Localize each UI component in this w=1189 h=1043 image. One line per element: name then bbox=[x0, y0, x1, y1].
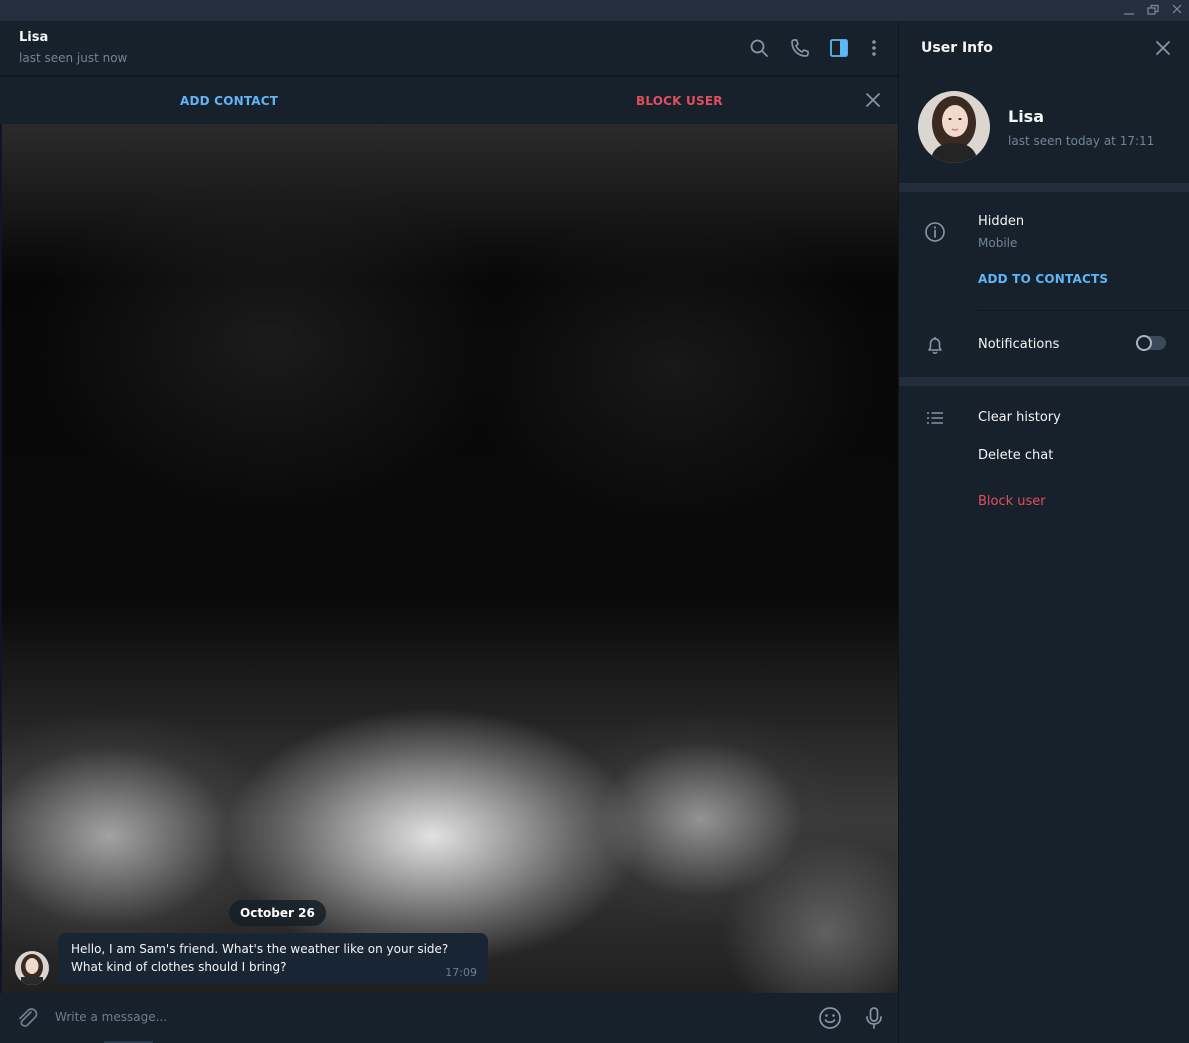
clear-history-button[interactable]: Clear history bbox=[978, 410, 1061, 425]
profile-name: Lisa bbox=[1008, 107, 1044, 126]
profile-status: last seen today at 17:11 bbox=[1008, 134, 1155, 148]
message-composer: Write a message... bbox=[0, 993, 898, 1043]
chat-header: Lisa last seen just now bbox=[0, 21, 898, 76]
microphone-icon[interactable] bbox=[861, 1005, 887, 1031]
panel-title: User Info bbox=[921, 40, 993, 56]
user-info-panel: User Info Lisa last seen today at 17:11 … bbox=[898, 21, 1189, 1043]
close-panel-icon[interactable] bbox=[1154, 39, 1172, 57]
message-time: 17:09 bbox=[445, 966, 477, 979]
notifications-toggle[interactable] bbox=[1136, 335, 1166, 351]
section-separator bbox=[899, 377, 1189, 386]
sidebar-toggle-icon[interactable] bbox=[828, 37, 850, 59]
notifications-label: Notifications bbox=[978, 337, 1060, 352]
phone-value: Hidden bbox=[978, 214, 1025, 229]
bell-icon bbox=[924, 334, 946, 356]
profile-avatar[interactable] bbox=[918, 91, 990, 163]
row-divider bbox=[977, 310, 1189, 311]
delete-chat-button[interactable]: Delete chat bbox=[978, 448, 1053, 463]
close-icon[interactable] bbox=[1168, 2, 1186, 18]
chat-status: last seen just now bbox=[19, 51, 128, 65]
restore-icon[interactable] bbox=[1144, 2, 1162, 18]
more-vertical-icon[interactable] bbox=[863, 37, 885, 59]
section-separator bbox=[899, 183, 1189, 192]
add-to-contacts-button[interactable]: ADD TO CONTACTS bbox=[978, 272, 1108, 286]
message-input[interactable]: Write a message... bbox=[55, 1010, 167, 1024]
block-user-menu-button[interactable]: Block user bbox=[978, 494, 1046, 509]
search-icon[interactable] bbox=[748, 37, 770, 59]
message-bubble[interactable]: Hello, I am Sam's friend. What's the wea… bbox=[58, 933, 488, 984]
block-user-button[interactable]: BLOCK USER bbox=[636, 94, 723, 108]
date-separator: October 26 bbox=[229, 900, 326, 926]
contact-action-bar: ADD CONTACT BLOCK USER bbox=[0, 76, 898, 124]
attach-icon[interactable] bbox=[14, 1005, 40, 1031]
window-titlebar bbox=[0, 0, 1189, 21]
chat-wallpaper bbox=[2, 124, 898, 993]
chat-area: Lisa last seen just now ADD CONTACT BLOC… bbox=[0, 21, 898, 1043]
chat-title[interactable]: Lisa bbox=[19, 30, 48, 45]
close-action-bar-icon[interactable] bbox=[864, 91, 882, 109]
phone-icon[interactable] bbox=[789, 37, 811, 59]
toggle-knob bbox=[1136, 335, 1152, 351]
message-text: Hello, I am Sam's friend. What's the wea… bbox=[71, 942, 449, 974]
list-icon bbox=[924, 407, 946, 429]
minimize-icon[interactable] bbox=[1120, 2, 1138, 18]
phone-label: Mobile bbox=[978, 236, 1018, 250]
add-contact-button[interactable]: ADD CONTACT bbox=[180, 94, 278, 108]
info-icon bbox=[924, 221, 946, 243]
avatar[interactable] bbox=[15, 951, 49, 985]
emoji-icon[interactable] bbox=[817, 1005, 843, 1031]
